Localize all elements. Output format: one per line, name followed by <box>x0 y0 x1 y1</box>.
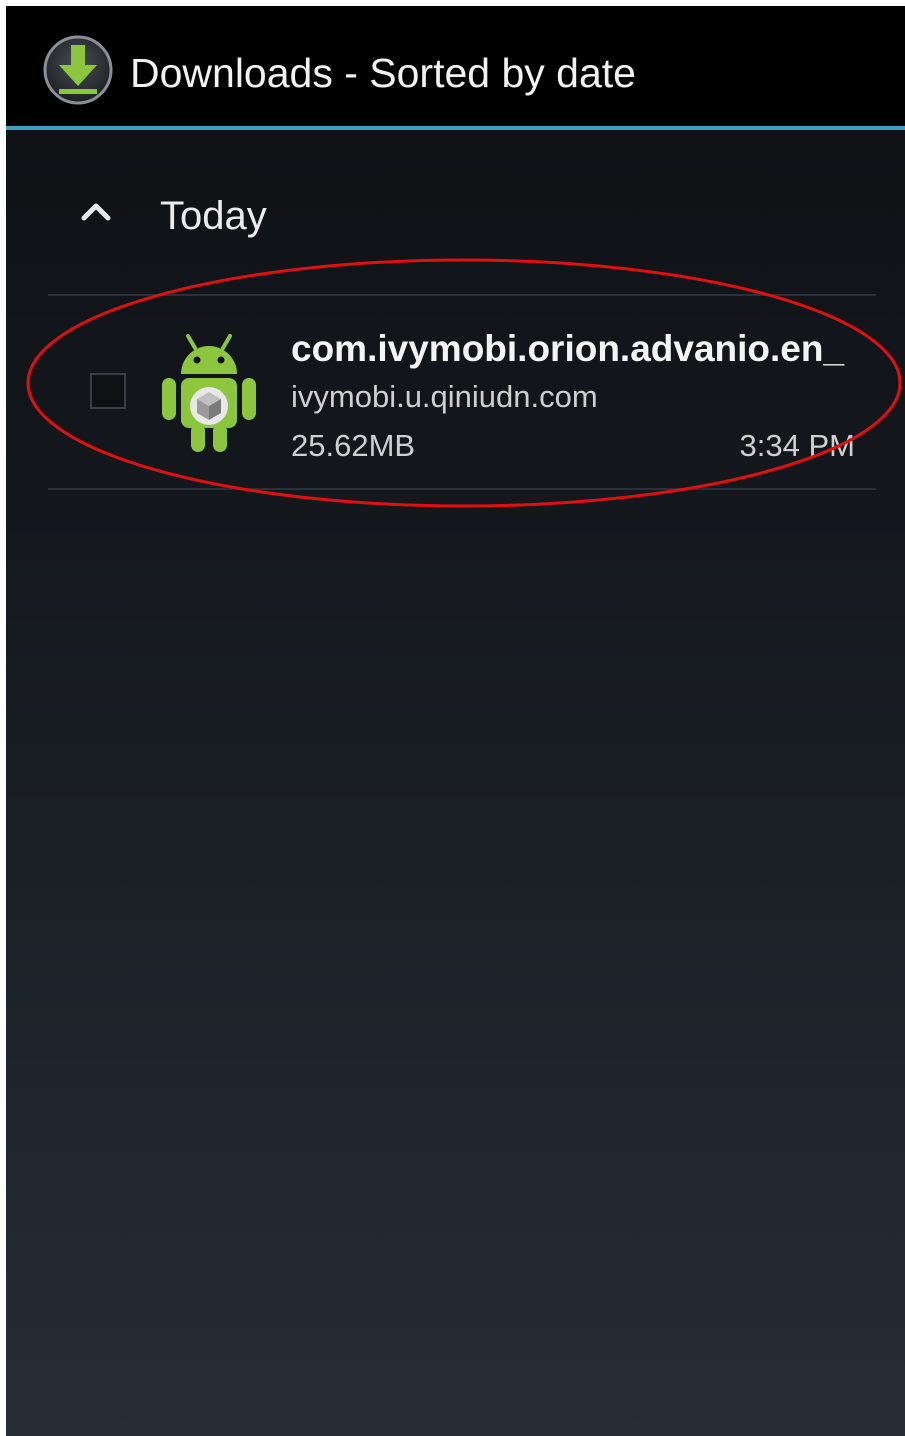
download-time: 3:34 PM <box>739 428 855 463</box>
item-checkbox[interactable] <box>90 373 126 409</box>
action-bar-divider <box>6 126 905 130</box>
chevron-up-icon[interactable] <box>76 192 116 232</box>
file-size: 25.62MB <box>291 428 416 463</box>
divider <box>48 294 876 296</box>
group-label: Today <box>160 194 267 238</box>
downloads-screen: Downloads - Sorted by date Today com.ivy… <box>6 6 905 1436</box>
action-bar: Downloads - Sorted by date <box>6 6 905 126</box>
download-arrow-icon[interactable] <box>42 34 114 106</box>
divider <box>48 488 876 490</box>
page-title: Downloads - Sorted by date <box>130 50 636 96</box>
file-name: com.ivymobi.orion.advanio.en_ <box>291 328 845 369</box>
download-source: ivymobi.u.qiniudn.com <box>291 379 598 414</box>
android-apk-icon <box>162 334 256 452</box>
group-header-today[interactable] <box>6 166 905 276</box>
